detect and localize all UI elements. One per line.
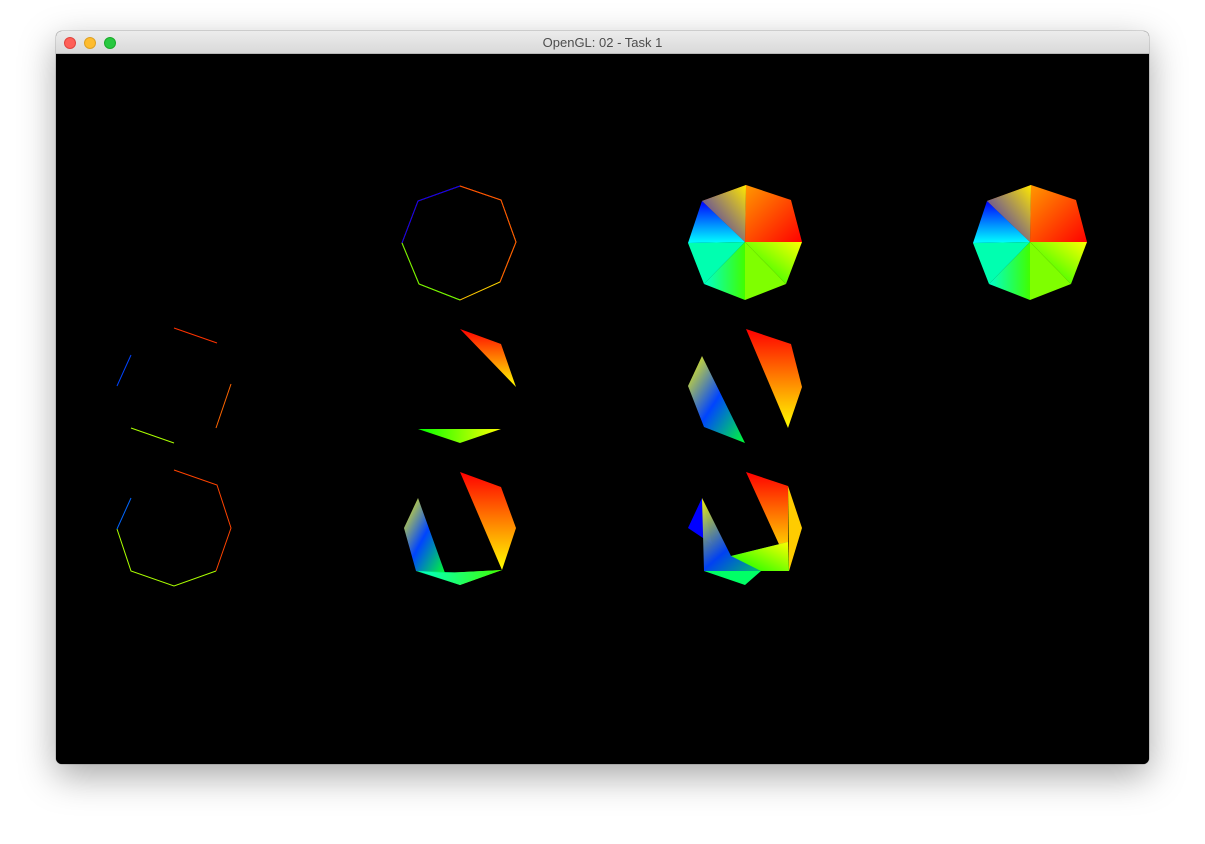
gl-canvas[interactable] bbox=[56, 54, 1149, 764]
octagon-filled-b bbox=[973, 185, 1087, 300]
octagon-filled-a bbox=[688, 185, 802, 300]
opengl-window: OpenGL: 02 - Task 1 bbox=[56, 31, 1149, 764]
window-title: OpenGL: 02 - Task 1 bbox=[542, 35, 663, 50]
octagon-lines bbox=[116, 327, 232, 444]
quad-strip bbox=[688, 472, 802, 585]
octagon-line-loop bbox=[401, 185, 517, 301]
title-bar[interactable]: OpenGL: 02 - Task 1 bbox=[56, 31, 1149, 54]
triangle-fan bbox=[404, 472, 516, 585]
gl-render-surface bbox=[116, 185, 1087, 587]
triangle-strip bbox=[688, 329, 802, 443]
triangles-separate bbox=[418, 329, 516, 443]
octagon-line-strip bbox=[116, 469, 232, 587]
